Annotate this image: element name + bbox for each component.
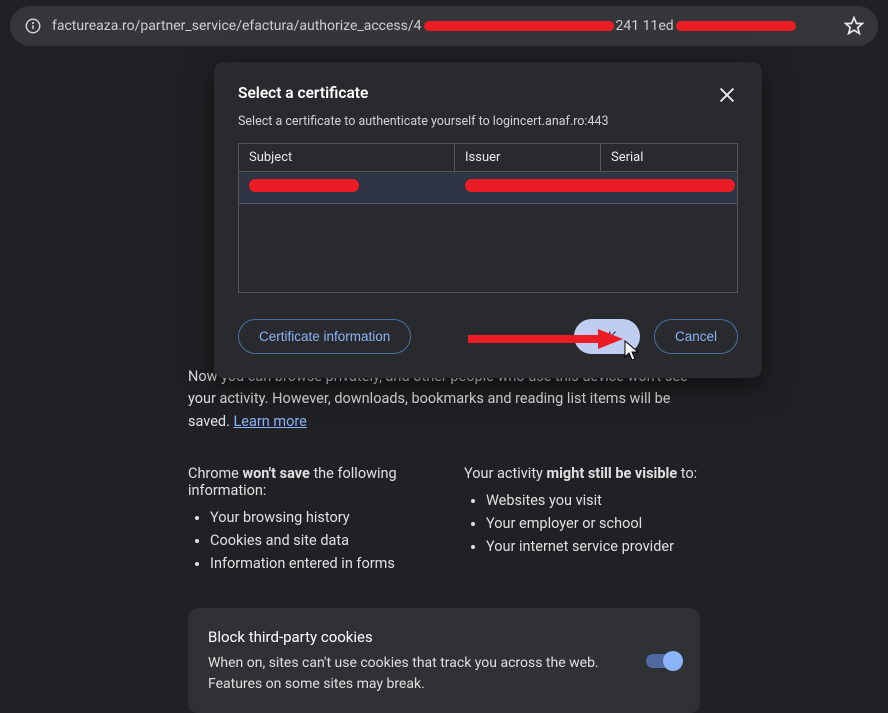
cookie-title: Block third-party cookies	[208, 626, 626, 649]
certificate-information-button[interactable]: Certificate information	[238, 319, 411, 354]
redacted-url-segment	[424, 21, 614, 31]
col1-title: Chrome won't save the following informat…	[188, 465, 424, 499]
certificate-table: Subject Issuer Serial	[238, 143, 738, 293]
address-bar[interactable]: factureaza.ro/partner_service/efactura/a…	[10, 6, 878, 46]
list-item: Your employer or school	[486, 515, 700, 532]
bookmark-star-icon[interactable]	[844, 16, 864, 36]
list-item: Your internet service provider	[486, 538, 700, 555]
cookie-desc: When on, sites can't use cookies that tr…	[208, 653, 626, 695]
dialog-title: Select a certificate	[238, 84, 368, 102]
table-header: Subject Issuer Serial	[239, 144, 737, 172]
incognito-page: Now you can browse privately, and other …	[0, 366, 888, 713]
certificate-dialog: Select a certificate Select a certificat…	[214, 62, 762, 378]
redacted-subject	[249, 179, 359, 192]
col1-list: Your browsing history Cookies and site d…	[188, 509, 424, 572]
list-item: Information entered in forms	[210, 555, 424, 572]
list-item: Your browsing history	[210, 509, 424, 526]
dialog-subtitle: Select a certificate to authenticate you…	[238, 114, 738, 129]
list-item: Websites you visit	[486, 492, 700, 509]
visible-to-column: Your activity might still be visible to:…	[464, 465, 700, 578]
wont-save-column: Chrome won't save the following informat…	[188, 465, 424, 578]
learn-more-link[interactable]: Learn more	[233, 413, 306, 430]
cancel-button[interactable]: Cancel	[654, 319, 738, 354]
redacted-issuer-serial	[465, 179, 735, 192]
redacted-url-segment	[676, 21, 796, 31]
certificate-row[interactable]	[239, 172, 737, 204]
col2-list: Websites you visit Your employer or scho…	[464, 492, 700, 555]
list-item: Cookies and site data	[210, 532, 424, 549]
third-party-cookies-box: Block third-party cookies When on, sites…	[188, 608, 700, 713]
col2-title: Your activity might still be visible to:	[464, 465, 700, 482]
close-icon[interactable]	[716, 84, 738, 106]
cookies-toggle[interactable]	[646, 654, 680, 668]
site-info-icon[interactable]	[24, 17, 42, 35]
col-serial: Serial	[601, 144, 737, 171]
col-subject: Subject	[239, 144, 455, 171]
ok-button[interactable]: OK	[574, 319, 640, 354]
col-issuer: Issuer	[455, 144, 601, 171]
url-text: factureaza.ro/partner_service/efactura/a…	[52, 18, 836, 34]
